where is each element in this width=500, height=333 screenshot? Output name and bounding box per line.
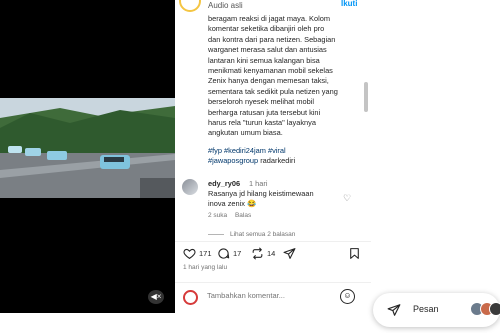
share-button[interactable] — [283, 246, 299, 260]
messages-button[interactable]: Pesan — [373, 293, 500, 327]
caption-line: komentar seketika dibanjiri oleh pro — [208, 24, 325, 34]
post-detail-panel: Audio asli Ikuti beragam reaksi di jagat… — [175, 0, 371, 313]
caption-line: berseloroh nyesek melihat mobil — [208, 97, 314, 107]
repost-icon — [252, 247, 263, 259]
comment-item: edy_ry06 1 hari Rasanya jd hilang keisti… — [175, 176, 371, 224]
mention-radarkediri[interactable]: radarkediri — [260, 156, 295, 165]
save-button[interactable] — [348, 246, 364, 260]
comment-text: Rasanya jd hilang keistimewaan inova zen… — [208, 189, 338, 210]
caption-line: dan kontra dari para netizen. Sebagian — [208, 34, 336, 44]
caption-line: berharga ratusan juta tersebut kini — [208, 107, 321, 117]
caption-line: warganet merasa salut dan antusias — [208, 45, 327, 55]
comment-meta: 2 suka Balas — [208, 212, 257, 219]
comment-likes[interactable]: 2 suka — [208, 212, 227, 219]
mute-toggle-icon[interactable]: ◀× — [148, 290, 164, 304]
caption-line: Zenix hanya dengan memesan taksi, — [208, 76, 329, 86]
comment-time: 1 hari — [249, 179, 268, 188]
post-caption: beragam reaksi di jagat maya. Kolom kome… — [208, 14, 362, 139]
comment-username[interactable]: edy_ry06 — [208, 179, 240, 188]
comment-input[interactable] — [207, 291, 337, 300]
scrollbar-thumb[interactable] — [364, 82, 368, 112]
heart-icon — [183, 248, 196, 259]
comment-text-line: inova zenix 😂 — [208, 199, 257, 209]
contact-avatar — [489, 302, 500, 316]
caption-line: harus rela "turun kasta" layaknya — [208, 118, 316, 128]
comments-count: 17 — [233, 248, 242, 258]
hashtag-line[interactable]: #fyp #kediri24jam #viral — [208, 146, 362, 156]
send-icon — [283, 247, 296, 259]
caption-line: angkutan umum biasa. — [208, 128, 283, 138]
comment-heart-icon[interactable]: ♡ — [343, 193, 353, 203]
comment-text-line: Rasanya jd hilang keistimewaan — [208, 189, 314, 198]
caption-line: lantaran kini semua kalangan bisa — [208, 55, 320, 65]
action-bar: 171 17 14 — [175, 241, 371, 261]
comment-button[interactable]: 17 — [217, 246, 241, 260]
like-button[interactable]: 171 — [183, 246, 212, 260]
repost-button[interactable]: 14 — [251, 246, 275, 260]
comment-icon — [218, 247, 230, 259]
reposts-count: 14 — [267, 248, 276, 258]
caption-line: beragam reaksi di jagat maya. Kolom — [208, 14, 331, 23]
likes-count: 171 — [199, 248, 212, 258]
post-date: 1 hari yang lalu — [183, 264, 228, 271]
audio-label[interactable]: Audio asli — [208, 1, 243, 10]
caption-line: sementara tak sedikit pula netizen yang — [208, 86, 338, 96]
redacted-overlay — [33, 10, 119, 20]
current-user-avatar — [183, 290, 198, 305]
bookmark-icon — [350, 247, 359, 259]
video-frame-street-scene — [0, 98, 175, 198]
video-player[interactable]: ◀× — [0, 0, 175, 313]
send-icon — [387, 304, 401, 316]
follow-button[interactable]: Ikuti — [341, 0, 357, 8]
caption-line: menikmati kenyamanan mobil sekelas — [208, 66, 333, 76]
commenter-avatar[interactable] — [182, 179, 198, 195]
comment-composer: ☺ — [175, 282, 371, 313]
emoji-icon[interactable]: ☺ — [340, 289, 355, 304]
author-avatar[interactable] — [179, 0, 201, 12]
messages-label: Pesan — [413, 304, 439, 314]
view-replies-link[interactable]: Lihat semua 2 balasan — [208, 231, 295, 238]
hashtags: #fyp #kediri24jam #viral #jawaposgroup r… — [208, 146, 362, 167]
hashtag-jawaposgroup[interactable]: #jawaposgroup — [208, 156, 258, 165]
reply-button[interactable]: Balas — [235, 212, 251, 219]
